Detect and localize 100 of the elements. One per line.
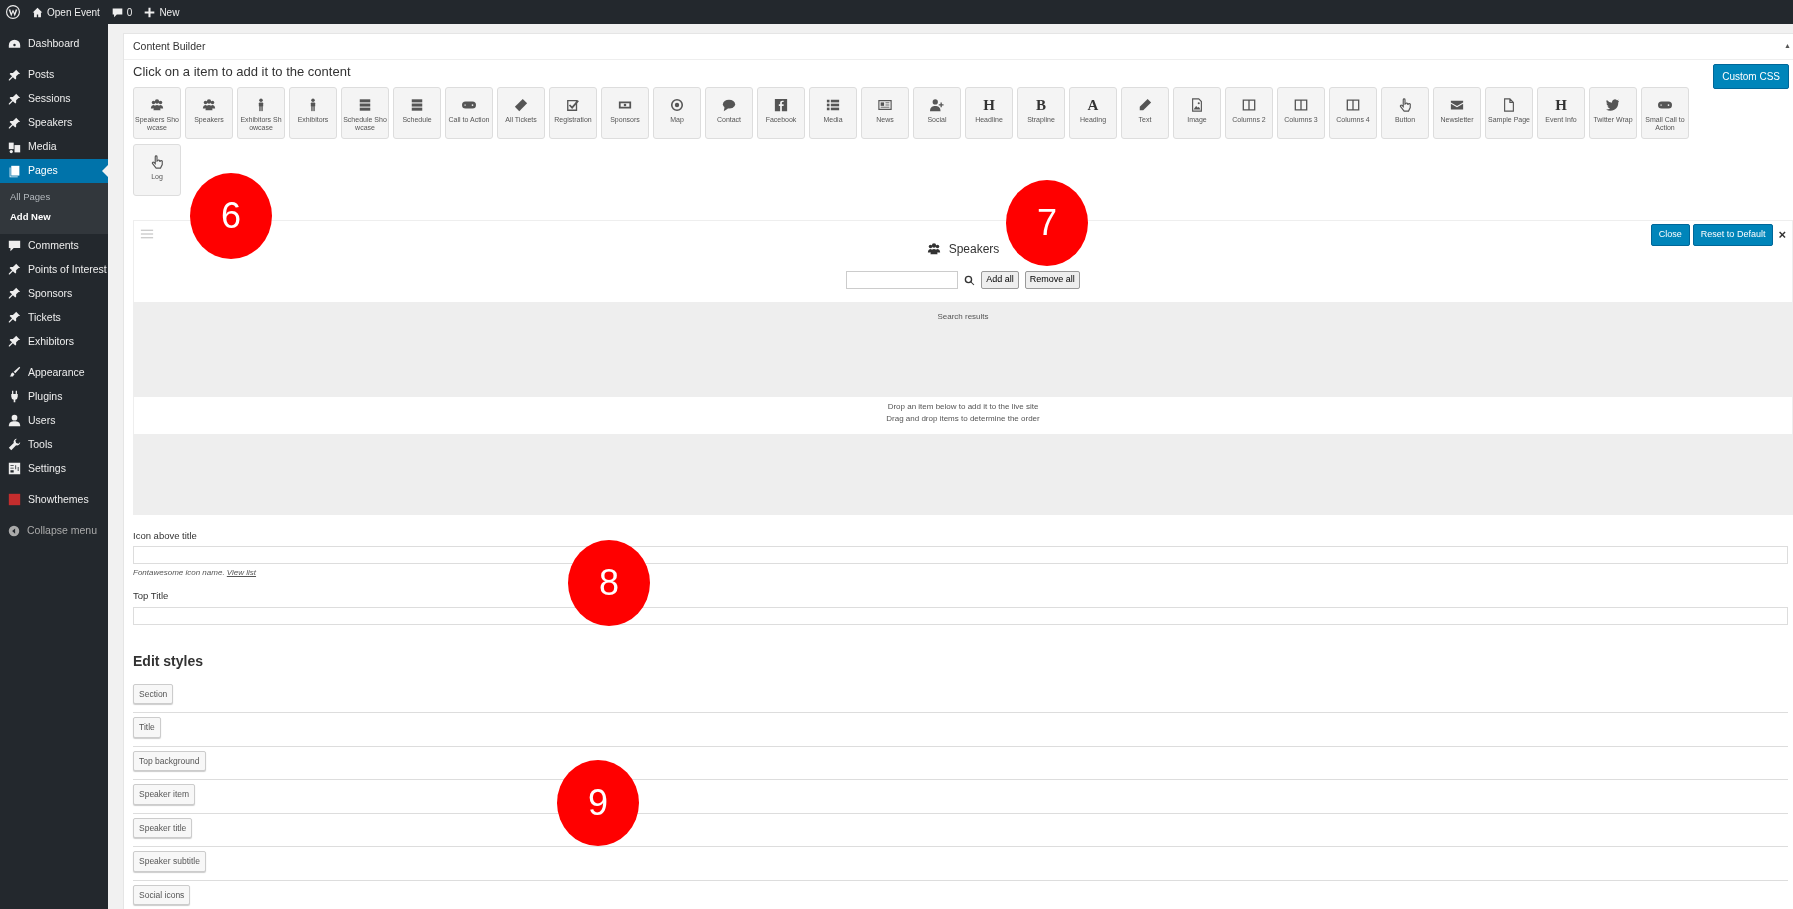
- collapse-menu[interactable]: Collapse menu: [0, 518, 108, 543]
- input-field[interactable]: [133, 546, 1788, 565]
- sidebar-item[interactable]: Showthemes: [0, 487, 108, 512]
- newspaper-icon: [878, 98, 892, 112]
- sidebar-item[interactable]: Users: [0, 408, 108, 433]
- pin-icon: [8, 335, 21, 348]
- page-icon: [1502, 98, 1516, 112]
- speech-bubble-icon: [722, 98, 736, 112]
- target-icon: [670, 98, 684, 112]
- pin-icon: [8, 311, 21, 324]
- sidebar-item[interactable]: Plugins: [0, 384, 108, 409]
- sidebar-item[interactable]: Sessions: [0, 87, 108, 111]
- results-label: Search results: [937, 312, 989, 321]
- sidebar-item[interactable]: Media: [0, 135, 108, 159]
- hand-pointer-icon: [150, 155, 164, 169]
- sidebar-item[interactable]: Comments: [0, 233, 108, 258]
- style-button[interactable]: Speaker item: [133, 784, 196, 805]
- style-button[interactable]: Speaker subtitle: [133, 851, 206, 872]
- remove-all-button[interactable]: Remove all: [1024, 271, 1080, 289]
- group-icon: [202, 98, 216, 112]
- server-icon: [410, 98, 424, 112]
- pin-icon: [8, 116, 21, 130]
- style-button[interactable]: Speaker title: [133, 817, 193, 839]
- brush-icon: [8, 366, 21, 379]
- field-label: Icon above title: [133, 529, 198, 543]
- logo-icon: [6, 5, 20, 19]
- search-icon: [964, 274, 976, 286]
- facebook-icon: [774, 98, 788, 112]
- gauge-icon: [8, 37, 21, 51]
- drop-hint: Drop an item below to add it to the live site: [886, 401, 1040, 413]
- add-all-button[interactable]: Add all: [981, 271, 1019, 289]
- sidebar-item[interactable]: Dashboard: [0, 32, 108, 56]
- new-link[interactable]: New: [159, 4, 180, 20]
- glyph-icon: H: [983, 98, 995, 112]
- section-heading: Edit styles: [133, 651, 205, 671]
- style-button[interactable]: Section: [133, 683, 174, 705]
- sidebar-item[interactable]: Settings: [0, 456, 108, 481]
- comment-icon: [8, 239, 21, 252]
- instruction-text: Click on a item to add it to the content: [132, 63, 352, 81]
- sidebar-item[interactable]: Tools: [0, 432, 108, 457]
- media-icon: [8, 140, 21, 154]
- sidebar-item[interactable]: Sponsors: [0, 281, 108, 306]
- style-button[interactable]: Title: [133, 717, 161, 738]
- sidebar-item[interactable]: Appearance: [0, 360, 108, 385]
- plug-icon: [8, 390, 21, 403]
- hand-pointer-icon: [1398, 98, 1412, 112]
- remove-button[interactable]: ×: [1776, 228, 1788, 242]
- field-label: Top Title: [133, 589, 170, 604]
- group-icon: [150, 98, 164, 112]
- custom-css-button[interactable]: Custom CSS: [1713, 64, 1789, 89]
- submenu-item[interactable]: Add New: [0, 207, 108, 228]
- close-button[interactable]: Close: [1650, 224, 1690, 246]
- drop-hint: Drag and drop items to determine the order: [885, 413, 1041, 425]
- glyph-icon: B: [1036, 98, 1046, 112]
- pages-icon: [8, 164, 21, 178]
- add-user-icon: [930, 98, 944, 112]
- home-icon: [32, 6, 43, 18]
- sidebar-item[interactable]: Exhibitors: [0, 329, 108, 354]
- comment-icon: [111, 6, 123, 18]
- search-field[interactable]: [846, 271, 959, 289]
- columns-icon: [1242, 98, 1256, 112]
- checkbox-icon: [566, 98, 580, 112]
- sidebar-item[interactable]: Points of Interest: [0, 257, 108, 282]
- square-icon: [8, 493, 21, 506]
- glyph-icon: A: [1087, 98, 1099, 112]
- sidebar-item[interactable]: Speakers: [0, 111, 108, 135]
- glyph-icon: H: [1555, 98, 1567, 112]
- pointer-arrow: [102, 165, 108, 177]
- pin-icon: [8, 287, 21, 300]
- panel-title: Content Builder: [133, 38, 206, 54]
- sidebar-item[interactable]: Posts: [0, 63, 108, 87]
- site-link[interactable]: Open Event: [47, 4, 100, 20]
- wrench-icon: [8, 438, 21, 451]
- comments-count[interactable]: 0: [126, 4, 133, 20]
- ticket-icon: [514, 98, 528, 112]
- sidebar-item[interactable]: Tickets: [0, 305, 108, 330]
- section-title: Speakers: [948, 241, 1000, 258]
- submenu-item[interactable]: All Pages: [0, 187, 108, 208]
- style-button[interactable]: Social icons: [133, 884, 191, 906]
- columns-icon: [1346, 98, 1360, 112]
- style-button[interactable]: Top background: [133, 750, 206, 772]
- collapse-icon: [8, 524, 20, 537]
- hint-text: Fontawesome icon name. View list: [133, 567, 258, 580]
- image-icon: [1190, 98, 1204, 112]
- plus-icon: [144, 6, 156, 18]
- bird-icon: [1606, 98, 1620, 112]
- pencil-icon: [1138, 98, 1152, 112]
- drag-handle-icon[interactable]: [140, 227, 154, 241]
- pin-icon: [8, 92, 21, 106]
- reset-button[interactable]: Reset to Default: [1692, 224, 1774, 246]
- group-icon: [926, 242, 941, 256]
- pin-icon: [8, 263, 21, 276]
- user-icon: [8, 414, 21, 427]
- columns-icon: [1294, 98, 1308, 112]
- list-icon: [826, 98, 840, 112]
- sidebar-item[interactable]: Pages: [0, 159, 108, 183]
- link[interactable]: View list: [226, 568, 257, 578]
- pin-icon: [8, 68, 21, 82]
- envelope-icon: [1450, 98, 1464, 112]
- input-field[interactable]: [133, 606, 1788, 625]
